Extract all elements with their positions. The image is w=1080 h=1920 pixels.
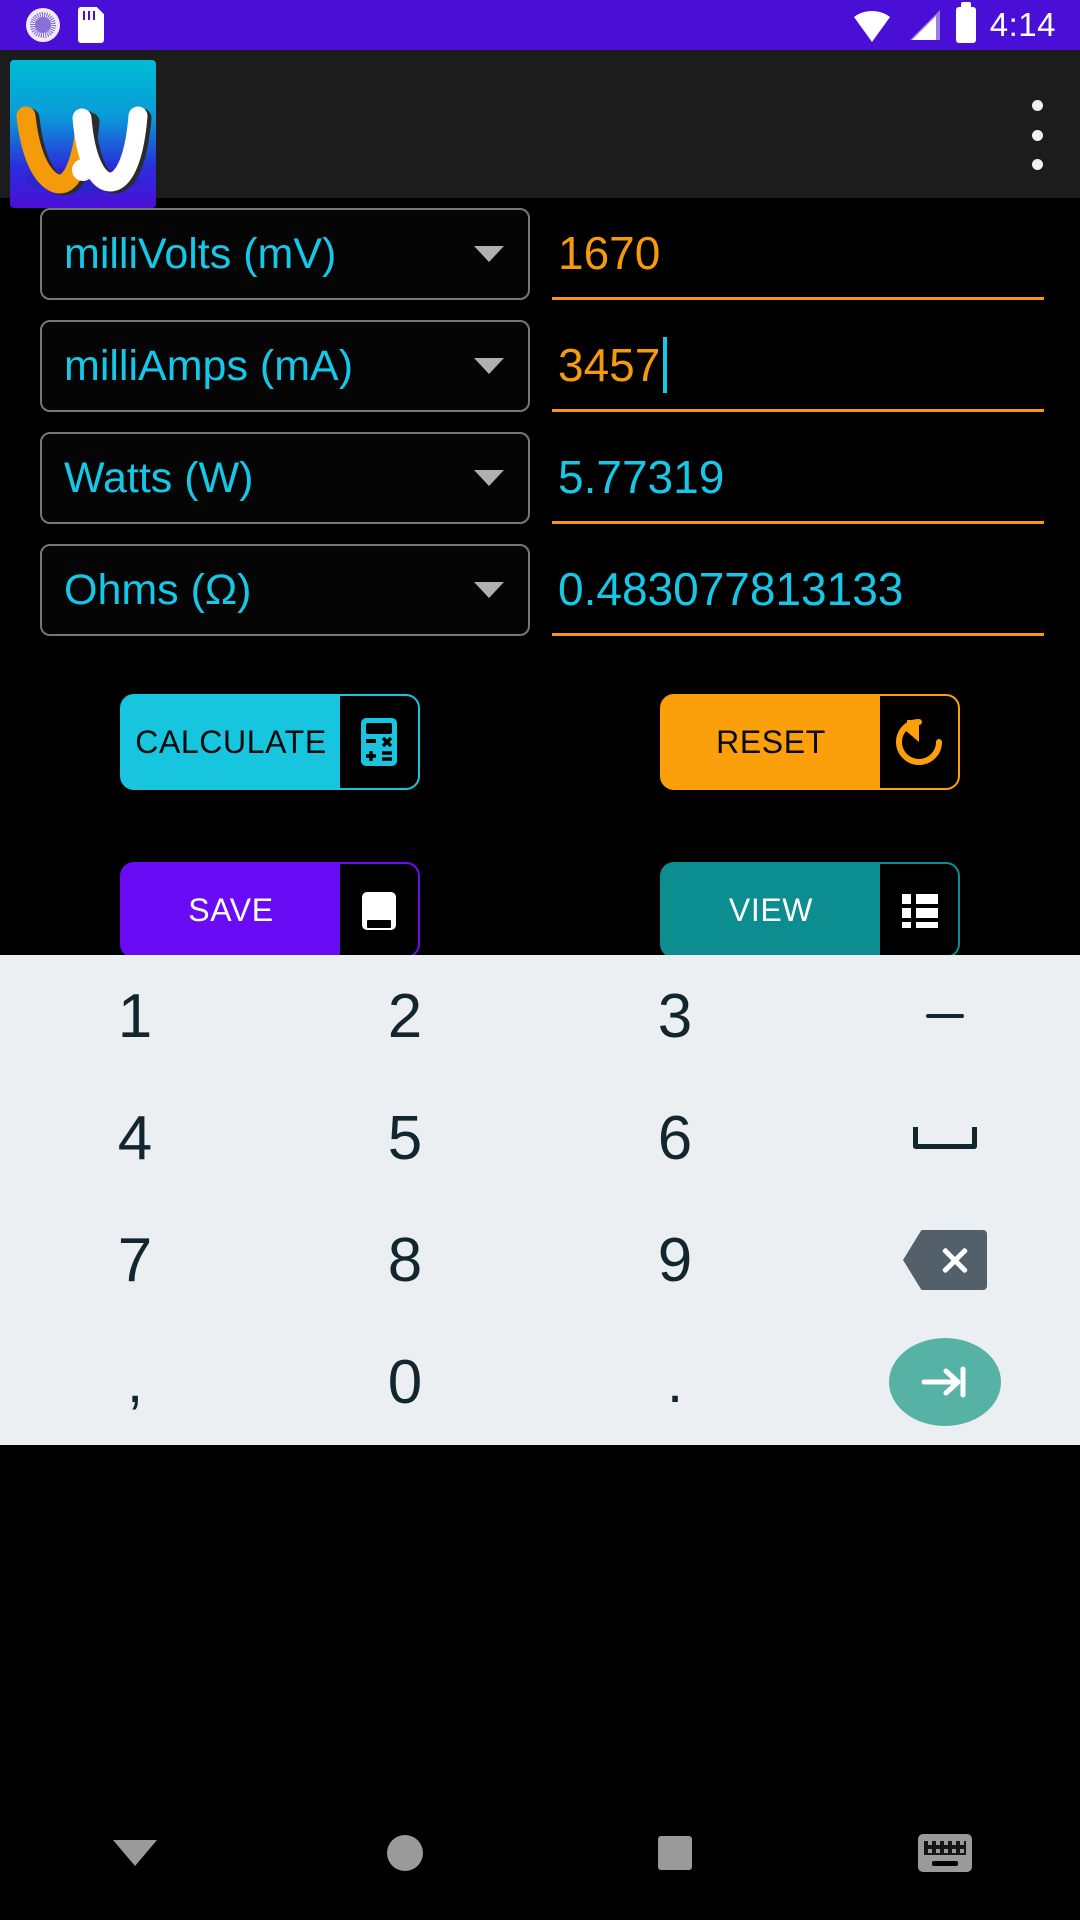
key-comma[interactable]: ,	[0, 1321, 270, 1443]
value-input-resistance-text: 0.483077813133	[558, 562, 904, 615]
overflow-menu-icon[interactable]	[1030, 100, 1044, 170]
restore-icon	[880, 696, 958, 788]
next-field-icon	[889, 1338, 1001, 1426]
app-bar	[0, 50, 1080, 208]
view-button[interactable]: VIEW	[660, 862, 960, 958]
unit-dropdown-power-label: Watts (W)	[64, 453, 254, 502]
status-bar-right-icons: 4:14	[852, 2, 1080, 44]
chevron-down-icon	[474, 246, 504, 262]
calculate-button-label: CALCULATE	[135, 723, 327, 760]
unit-dropdown-current[interactable]: milliAmps (mA)	[40, 320, 530, 412]
unit-dropdown-resistance-label: Ohms (Ω)	[64, 565, 252, 614]
unit-conversion-form: milliVolts (mV) 1670 milliAmps (mA) 3457…	[0, 198, 1080, 646]
action-button-grid: CALCULATE RESET SAVE VIEW	[0, 672, 1080, 980]
keyboard-row-3: 7 8 9	[0, 1199, 1080, 1321]
chevron-down-icon	[474, 582, 504, 598]
key-5[interactable]: 5	[270, 1077, 540, 1199]
recents-square-icon	[658, 1835, 692, 1870]
calculate-button[interactable]: CALCULATE	[120, 694, 420, 790]
value-input-current[interactable]: 3457	[552, 320, 1044, 412]
wifi-icon	[852, 8, 892, 42]
slot-reset: RESET	[540, 694, 1080, 790]
alarm-clock-icon	[26, 8, 60, 42]
value-input-power[interactable]: 5.77319	[552, 432, 1044, 524]
overflow-dot	[1031, 129, 1043, 141]
keyboard-toggle-button[interactable]	[810, 1833, 1080, 1872]
key-0[interactable]: 0	[270, 1321, 540, 1443]
key-enter[interactable]	[810, 1321, 1080, 1443]
key-3[interactable]: 3	[540, 955, 810, 1077]
form-row-resistance: Ohms (Ω) 0.483077813133	[0, 534, 1080, 646]
key-4[interactable]: 4	[0, 1077, 270, 1199]
slot-view: VIEW	[540, 862, 1080, 958]
keyboard-row-4: , 0 .	[0, 1321, 1080, 1443]
unit-dropdown-voltage[interactable]: milliVolts (mV)	[40, 208, 530, 300]
keyboard-row-1: 1 2 3	[0, 955, 1080, 1077]
chevron-down-icon	[474, 470, 504, 486]
form-row-voltage: milliVolts (mV) 1670	[0, 198, 1080, 310]
text-cursor	[663, 336, 668, 393]
slot-calculate: CALCULATE	[0, 694, 540, 790]
unit-dropdown-resistance[interactable]: Ohms (Ω)	[40, 544, 530, 636]
app-logo-waveform	[10, 60, 156, 208]
battery-icon	[955, 2, 976, 43]
calculator-icon	[340, 696, 418, 788]
status-bar: 4:14	[0, 0, 1080, 50]
back-button[interactable]	[0, 1839, 270, 1866]
unit-dropdown-voltage-label: milliVolts (mV)	[64, 229, 337, 278]
key-period[interactable]: .	[540, 1321, 810, 1443]
list-icon	[880, 864, 958, 956]
status-bar-left-icons	[0, 7, 104, 43]
unit-dropdown-power[interactable]: Watts (W)	[40, 432, 530, 524]
unit-dropdown-current-label: milliAmps (mA)	[64, 341, 354, 390]
overflow-dot	[1031, 159, 1043, 170]
key-2[interactable]: 2	[270, 955, 540, 1077]
chevron-down-icon	[474, 358, 504, 374]
app-screen: 4:14 milliVolts (mV) 1670 milliAmps (mA)…	[0, 0, 1080, 1920]
status-bar-clock: 4:14	[989, 6, 1056, 43]
home-circle-icon	[387, 1834, 423, 1871]
save-button-label: SAVE	[188, 891, 274, 928]
overflow-dot	[1031, 100, 1043, 111]
back-arrow-icon	[113, 1839, 157, 1866]
space-icon	[913, 1127, 977, 1149]
slot-save: SAVE	[0, 862, 540, 958]
sd-card-icon	[78, 7, 104, 43]
minus-icon	[926, 1014, 964, 1018]
reset-button-label: RESET	[716, 723, 826, 760]
numeric-keyboard: 1 2 3 4 5 6 7 8 9 , 0 .	[0, 955, 1080, 1445]
value-input-voltage-text: 1670	[558, 226, 661, 279]
action-button-row-1: CALCULATE RESET	[0, 672, 1080, 812]
save-icon	[340, 864, 418, 956]
view-button-label: VIEW	[728, 891, 814, 928]
value-input-power-text: 5.77319	[558, 450, 725, 503]
cell-signal-icon	[906, 8, 942, 42]
keyboard-icon	[918, 1833, 972, 1872]
key-space[interactable]	[810, 1077, 1080, 1199]
reset-button[interactable]: RESET	[660, 694, 960, 790]
value-input-resistance[interactable]: 0.483077813133	[552, 544, 1044, 636]
value-input-voltage[interactable]: 1670	[552, 208, 1044, 300]
keyboard-row-2: 4 5 6	[0, 1077, 1080, 1199]
recents-button[interactable]	[540, 1835, 810, 1870]
key-7[interactable]: 7	[0, 1199, 270, 1321]
key-6[interactable]: 6	[540, 1077, 810, 1199]
key-backspace[interactable]	[810, 1199, 1080, 1321]
form-row-power: Watts (W) 5.77319	[0, 422, 1080, 534]
key-1[interactable]: 1	[0, 955, 270, 1077]
form-row-current: milliAmps (mA) 3457	[0, 310, 1080, 422]
key-minus[interactable]	[810, 955, 1080, 1077]
save-button[interactable]: SAVE	[120, 862, 420, 958]
system-navigation-bar	[0, 1785, 1080, 1920]
home-button[interactable]	[270, 1834, 540, 1871]
backspace-icon	[903, 1230, 987, 1290]
key-8[interactable]: 8	[270, 1199, 540, 1321]
key-9[interactable]: 9	[540, 1199, 810, 1321]
value-input-current-text: 3457	[558, 338, 661, 391]
